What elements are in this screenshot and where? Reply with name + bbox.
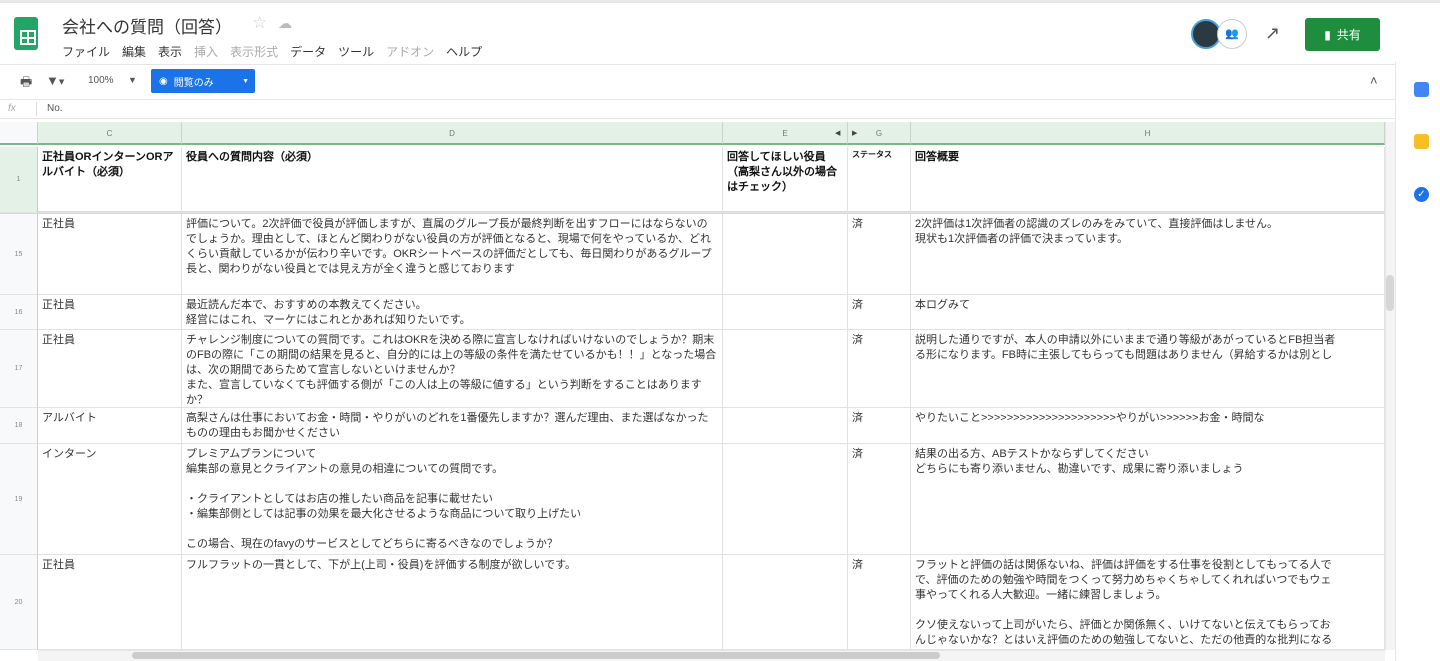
hidden-column-left-arrow-icon[interactable]: ◀	[835, 129, 840, 137]
column-header-g[interactable]: G	[848, 122, 911, 145]
cell-status[interactable]: 済	[848, 295, 911, 330]
document-title[interactable]: 会社への質問（回答）	[62, 13, 232, 38]
menu-insert[interactable]: 挿入	[194, 43, 218, 60]
menu-format[interactable]: 表示形式	[230, 43, 278, 60]
formula-input[interactable]: No.	[47, 103, 63, 114]
zoom-select[interactable]: 100%	[88, 75, 114, 86]
cell-status[interactable]: 済	[848, 408, 911, 444]
cell-answer[interactable]: やりたいこと>>>>>>>>>>>>>>>>>>>>>やりがい>>>>>>お金・…	[911, 408, 1385, 444]
cell-type[interactable]: 正社員	[38, 295, 182, 330]
row-header[interactable]: 1	[0, 147, 38, 213]
cell-question[interactable]: 高梨さんは仕事においてお金・時間・やりがいのどれを1番優先しますか？選んだ理由、…	[182, 408, 723, 444]
cell-answer[interactable]: 本ログみて	[911, 295, 1385, 330]
cell-status[interactable]: 済	[848, 444, 911, 555]
anonymous-viewer-icon[interactable]: 👥	[1217, 19, 1247, 49]
side-panel	[1395, 62, 1440, 661]
collapse-chevron-icon[interactable]: ˄	[1370, 73, 1378, 88]
cell-answer[interactable]: 説明した通りですが、本人の申請以外にいままで通り等級があがっているとFB担当者 …	[911, 330, 1385, 408]
column-header-h[interactable]: H	[911, 122, 1385, 145]
cell-status[interactable]: 済	[848, 214, 911, 295]
share-label: 共有	[1336, 28, 1361, 42]
cell-status[interactable]: 済	[848, 330, 911, 408]
title-bar: 会社への質問（回答） ☆ ☁ ファイル 編集 表示 挿入 表示形式 データ ツー…	[0, 0, 1440, 62]
calendar-icon[interactable]	[1414, 82, 1429, 97]
divider	[36, 102, 37, 116]
toolbar: 🖶 ▼▾ 100% ▼ ◉ 閲覧のみ ▼ ˄	[0, 64, 1395, 96]
sheets-logo-icon[interactable]	[14, 17, 38, 50]
horizontal-scroll-thumb[interactable]	[132, 652, 940, 659]
cell-question[interactable]: プレミアムプランについて 編集部の意見とクライアントの意見の相違についての質問で…	[182, 444, 723, 555]
cell-type[interactable]: インターン	[38, 444, 182, 555]
cell-type[interactable]: 正社員	[38, 555, 182, 650]
row-header[interactable]: 15	[0, 214, 38, 295]
row-header[interactable]: 18	[0, 408, 38, 444]
cell-type[interactable]: アルバイト	[38, 408, 182, 444]
menu-tools[interactable]: ツール	[338, 43, 374, 60]
activity-trend-icon[interactable]: ↗	[1265, 23, 1280, 44]
cell-respondent[interactable]	[723, 295, 848, 330]
cell-status[interactable]: 済	[848, 555, 911, 650]
vertical-scrollbar[interactable]	[1385, 122, 1395, 650]
print-icon[interactable]: 🖶	[20, 73, 32, 95]
sheet-icon: ▮	[1324, 27, 1331, 42]
cell-answer[interactable]: 結果の出る方、ABテストかならずしてください どちらにも寄り添いません、勘違いで…	[911, 444, 1385, 555]
menu-bar: ファイル 編集 表示 挿入 表示形式 データ ツール アドオン ヘルプ	[62, 43, 482, 60]
menu-edit[interactable]: 編集	[122, 43, 146, 60]
header-cell-status[interactable]: ステータス	[848, 147, 911, 213]
menu-help[interactable]: ヘルプ	[446, 43, 482, 60]
cell-answer[interactable]: フラットと評価の話は関係ないね、評価は評価をする仕事を役割としてもってる人で で…	[911, 555, 1385, 650]
row-header[interactable]: 16	[0, 295, 38, 330]
column-header-c[interactable]: C	[38, 122, 182, 145]
cell-question[interactable]: 最近読んだ本で、おすすめの本教えてください。 経営にはこれ、マーケにはこれとかあ…	[182, 295, 723, 330]
cell-respondent[interactable]	[723, 214, 848, 295]
view-only-label: 閲覧のみ	[173, 77, 214, 89]
chevron-down-icon: ▼	[242, 77, 249, 85]
star-icon[interactable]: ☆	[252, 13, 267, 33]
formula-bar: fx No.	[0, 99, 1395, 119]
zoom-dropdown-icon[interactable]: ▼	[128, 75, 137, 85]
share-button[interactable]: ▮ 共有	[1305, 18, 1380, 51]
header-cell-type[interactable]: 正社員ORインターンORアルバイト（必須）	[38, 147, 182, 213]
row-header[interactable]: 20	[0, 555, 38, 650]
menu-addons[interactable]: アドオン	[386, 43, 434, 60]
keep-icon[interactable]	[1414, 134, 1429, 149]
cell-respondent[interactable]	[723, 408, 848, 444]
fx-icon: fx	[8, 103, 16, 114]
cell-respondent[interactable]	[723, 444, 848, 555]
cell-question[interactable]: 評価について。2次評価で役員が評価しますが、直属のグループ長が最終判断を出すフロ…	[182, 214, 723, 295]
select-all-corner[interactable]	[0, 122, 38, 145]
tasks-icon[interactable]: ✓	[1414, 187, 1429, 202]
header-cell-question[interactable]: 役員への質問内容（必須）	[182, 147, 723, 213]
eye-icon: ◉	[159, 75, 168, 87]
cell-type[interactable]: 正社員	[38, 214, 182, 295]
row-header[interactable]: 17	[0, 330, 38, 408]
row-header[interactable]: 19	[0, 444, 38, 555]
menu-file[interactable]: ファイル	[62, 43, 110, 60]
view-only-mode-button[interactable]: ◉ 閲覧のみ ▼	[151, 69, 255, 93]
cell-type[interactable]: 正社員	[38, 330, 182, 408]
hidden-column-right-arrow-icon[interactable]: ▶	[852, 129, 857, 137]
filter-icon[interactable]: ▼▾	[46, 73, 64, 88]
cell-question[interactable]: フルフラットの一貫として、下が上(上司・役員)を評価する制度が欲しいです。	[182, 555, 723, 650]
cell-respondent[interactable]	[723, 555, 848, 650]
vertical-scroll-thumb[interactable]	[1386, 275, 1394, 311]
spreadsheet-grid[interactable]: C D E G H ◀ ▶ 1 正社員ORインターンORアルバイト（必須） 役員への…	[0, 122, 1385, 650]
menu-view[interactable]: 表示	[158, 43, 182, 60]
cell-answer[interactable]: 2次評価は1次評価者の認識のズレのみをみていて、直接評価はしません。 現状も1次…	[911, 214, 1385, 295]
header-cell-respondent[interactable]: 回答してほしい役員（高梨さん以外の場合はチェック）	[723, 147, 848, 213]
column-header-d[interactable]: D	[182, 122, 723, 145]
cell-respondent[interactable]	[723, 330, 848, 408]
header-cell-answer[interactable]: 回答概要	[911, 147, 1385, 213]
drive-status-icon[interactable]: ☁	[278, 15, 292, 32]
column-header-e[interactable]: E	[723, 122, 848, 145]
menu-data[interactable]: データ	[290, 43, 326, 60]
cell-question[interactable]: チャレンジ制度についての質問です。これはOKRを決める際に宣言しなければいけない…	[182, 330, 723, 408]
